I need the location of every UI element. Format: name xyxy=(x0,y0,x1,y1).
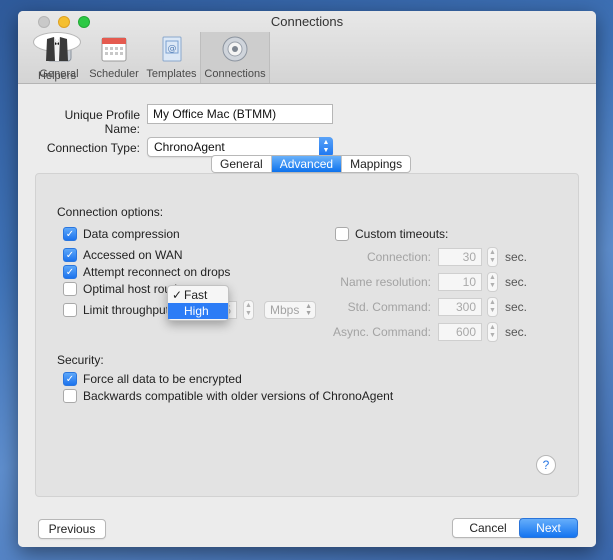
toolbar-item-connections[interactable]: Connections xyxy=(200,32,270,83)
timeout-connection-stepper[interactable]: ▲ ▼ xyxy=(487,247,498,267)
timeout-std-command-unit: sec. xyxy=(505,300,528,314)
force-encrypt-checkbox[interactable]: ✓ xyxy=(63,372,77,386)
tuxedo-icon xyxy=(41,35,73,63)
tab-mappings[interactable]: Mappings xyxy=(342,156,410,172)
next-button[interactable]: Next xyxy=(519,518,578,538)
accessed-on-wan-label: Accessed on WAN xyxy=(83,248,183,262)
previous-button[interactable]: Previous xyxy=(38,519,106,539)
timeout-name-resolution-field[interactable]: 10 xyxy=(438,273,482,291)
timeout-name-resolution-unit: sec. xyxy=(505,275,528,289)
timeout-std-command-field[interactable]: 300 xyxy=(438,298,482,316)
timeout-async-command-label: Async. Command: xyxy=(332,325,431,339)
toolbar-item-helpers[interactable]: Helpers xyxy=(33,32,81,82)
timeout-connection-unit: sec. xyxy=(505,250,528,264)
throughput-unit-popup[interactable]: Mbps ▲ ▼ xyxy=(264,301,316,319)
profile-name-field[interactable]: My Office Mac (BTMM) xyxy=(147,104,333,124)
security-heading: Security: xyxy=(57,353,104,367)
timeout-connection-field[interactable]: 30 xyxy=(438,248,482,266)
checkmark-icon: ✓ xyxy=(171,288,183,302)
timeout-name-resolution-stepper[interactable]: ▲ ▼ xyxy=(487,272,498,292)
custom-timeouts-checkbox[interactable] xyxy=(335,227,349,241)
popup-arrows-icon: ▲ ▼ xyxy=(319,137,333,157)
preferences-toolbar: General Scheduler @ Templates Helpers Co… xyxy=(33,32,270,83)
profile-name-label: Unique Profile Name: xyxy=(64,108,140,136)
menu-item-high[interactable]: High xyxy=(168,303,228,319)
menu-item-fast-label: Fast xyxy=(184,288,208,302)
accessed-on-wan-row[interactable]: ✓ Accessed on WAN xyxy=(63,248,183,262)
attempt-reconnect-checkbox[interactable]: ✓ xyxy=(63,265,77,279)
backwards-compatible-row[interactable]: Backwards compatible with older versions… xyxy=(63,389,393,403)
connection-type-label: Connection Type: xyxy=(46,141,140,155)
timeout-std-command-stepper[interactable]: ▲ ▼ xyxy=(487,297,498,317)
timeout-std-command-label: Std. Command: xyxy=(347,300,431,314)
connections-icon xyxy=(219,34,251,64)
timeout-async-command-unit: sec. xyxy=(505,325,528,339)
tab-advanced[interactable]: Advanced xyxy=(271,156,343,172)
svg-text:@: @ xyxy=(167,44,176,54)
optimal-routing-checkbox[interactable] xyxy=(63,282,77,296)
cancel-button[interactable]: Cancel xyxy=(452,518,524,538)
window-title: Connections xyxy=(270,14,344,29)
custom-timeouts-row[interactable]: Custom timeouts: xyxy=(335,227,448,241)
tab-general[interactable]: General xyxy=(212,156,272,172)
tab-bar: General Advanced Mappings xyxy=(211,155,412,173)
timeout-async-command-stepper[interactable]: ▲ ▼ xyxy=(487,322,498,342)
custom-timeouts-label: Custom timeouts: xyxy=(355,227,449,241)
calendar-icon xyxy=(98,34,130,64)
throughput-stepper[interactable]: ▲ ▼ xyxy=(243,300,254,320)
limit-throughput-checkbox[interactable] xyxy=(63,303,77,317)
toolbar-item-scheduler[interactable]: Scheduler xyxy=(85,32,143,83)
toolbar-item-templates[interactable]: @ Templates xyxy=(143,32,200,83)
connections-window: Connections General Scheduler @ Template… xyxy=(18,11,596,547)
timeout-connection-label: Connection: xyxy=(366,250,431,264)
accessed-on-wan-checkbox[interactable]: ✓ xyxy=(63,248,77,262)
throughput-unit-value: Mbps xyxy=(270,303,300,317)
menu-item-fast[interactable]: ✓ Fast xyxy=(168,287,228,303)
content-area: Unique Profile Name: My Office Mac (BTMM… xyxy=(18,85,596,547)
compression-menu: ✓ Fast High xyxy=(167,285,229,321)
attempt-reconnect-row[interactable]: ✓ Attempt reconnect on drops xyxy=(63,265,230,279)
backwards-compatible-checkbox[interactable] xyxy=(63,389,77,403)
connection-type-value: ChronoAgent xyxy=(154,140,225,154)
data-compression-checkbox[interactable]: ✓ xyxy=(63,227,77,241)
title-bar: Connections General Scheduler @ Template… xyxy=(18,11,596,84)
help-button[interactable]: ? xyxy=(536,455,556,475)
connection-type-popup[interactable]: ChronoAgent ▲ ▼ xyxy=(147,137,333,157)
backwards-compatible-label: Backwards compatible with older versions… xyxy=(83,389,394,403)
menu-item-high-label: High xyxy=(184,304,209,318)
force-encrypt-row[interactable]: ✓ Force all data to be encrypted xyxy=(63,372,242,386)
unit-arrows-icon: ▲ ▼ xyxy=(305,303,312,317)
connection-options-heading: Connection options: xyxy=(57,205,164,219)
data-compression-row[interactable]: ✓ Data compression xyxy=(63,227,180,241)
data-compression-label: Data compression xyxy=(83,227,180,241)
advanced-panel: Connection options: ✓ Data compression ✓… xyxy=(35,173,579,497)
timeout-async-command-field[interactable]: 600 xyxy=(438,323,482,341)
templates-icon: @ xyxy=(156,34,188,64)
attempt-reconnect-label: Attempt reconnect on drops xyxy=(83,265,231,279)
force-encrypt-label: Force all data to be encrypted xyxy=(83,372,242,386)
timeout-name-resolution-label: Name resolution: xyxy=(340,275,431,289)
